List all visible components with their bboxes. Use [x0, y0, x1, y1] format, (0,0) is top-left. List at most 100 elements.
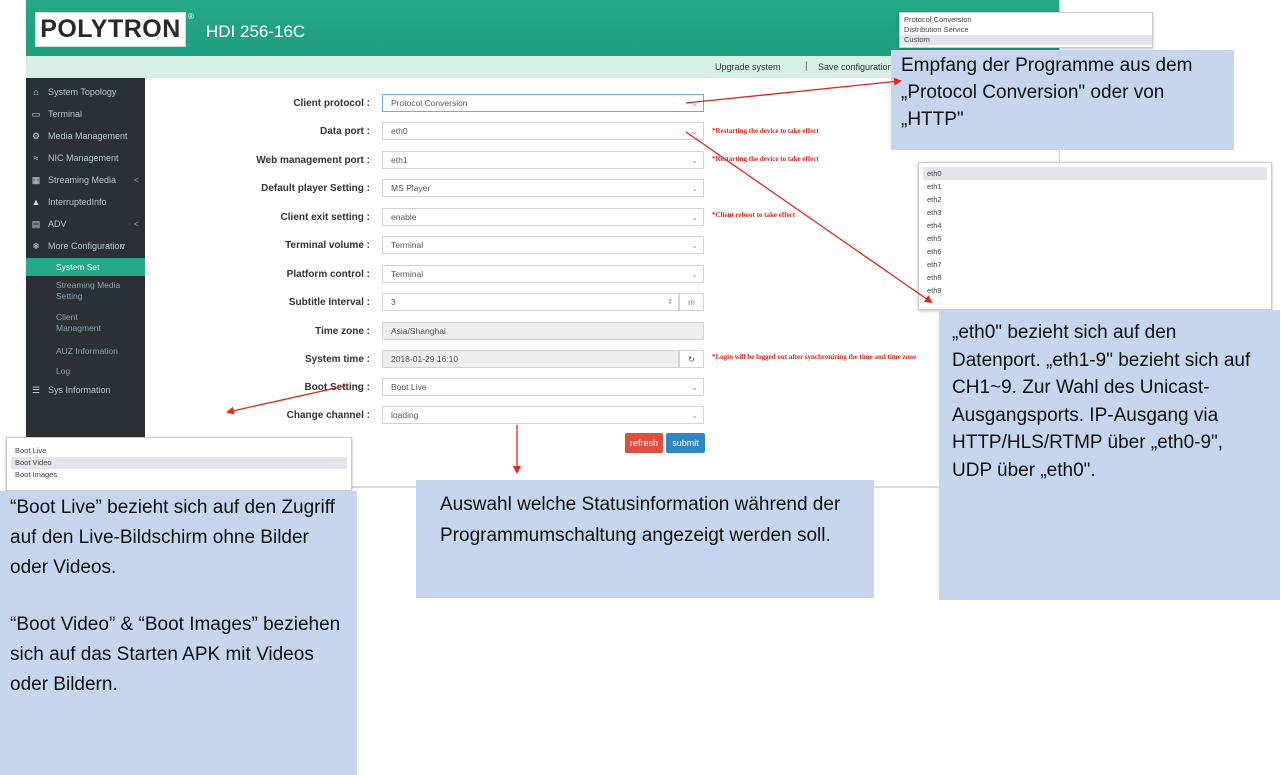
client-exit-value: enable	[391, 212, 417, 222]
sidebar-item-label: Media Management	[48, 131, 128, 141]
eth-option[interactable]: eth8	[923, 271, 1267, 284]
eth-option[interactable]: eth7	[923, 258, 1267, 271]
bell-icon: ▲	[31, 197, 41, 207]
web-port-select[interactable]: eth1 ⌄	[382, 151, 704, 169]
upgrade-system-link[interactable]: Upgrade system	[715, 62, 781, 72]
eth-option[interactable]: eth1	[923, 180, 1267, 193]
submit-button[interactable]: submit	[666, 433, 705, 453]
topbar-separator: |	[805, 61, 808, 72]
eth-option[interactable]: eth4	[923, 219, 1267, 232]
subtitle-interval-input[interactable]: 3 ⇕	[382, 293, 679, 311]
sidebar-item-sys-information[interactable]: ☰ Sys Information	[26, 380, 145, 400]
platform-control-select[interactable]: Terminal ⌄	[382, 265, 704, 283]
time-zone-field: Asia/Shanghai	[382, 322, 704, 340]
data-port-select[interactable]: eth0 ⌄	[382, 122, 704, 140]
system-time-note: *Login will be logged out after synchron…	[712, 353, 917, 361]
eth-callout: „eth0" bezieht sich auf den Datenport. „…	[939, 310, 1280, 600]
sidebar-subitem-auz-information[interactable]: AUZ Information	[26, 346, 145, 357]
system-time-value: 2018-01-29 16:10	[391, 354, 459, 364]
client-exit-select[interactable]: enable ⌄	[382, 208, 704, 226]
client-protocol-select[interactable]: Protocol Conversion ⌄	[382, 94, 704, 112]
chevron-down-icon: v	[120, 241, 126, 251]
eth-dropdown-popup: eth0 eth1 eth2 eth3 eth4 eth5 eth6 eth7 …	[918, 162, 1272, 310]
sidebar-item-label: Sys Information	[48, 385, 111, 395]
client-exit-note: *Client reboot to take effect	[712, 211, 796, 219]
eth-option[interactable]: eth3	[923, 206, 1267, 219]
sidebar-subitem-client-managment[interactable]: Client Managment	[26, 312, 116, 334]
sidebar-item-terminal[interactable]: ▭ Terminal	[26, 104, 145, 124]
data-port-value: eth0	[391, 126, 408, 136]
boot-setting-select[interactable]: Boot Live ⌄	[382, 378, 704, 396]
save-configuration-link[interactable]: Save configuration	[818, 62, 893, 72]
boot-option[interactable]: Boot Images	[11, 469, 347, 481]
sidebar-item-more-configuration[interactable]: ❄ More Configuration v	[26, 236, 145, 256]
stepper-icon[interactable]: ⇕	[667, 298, 673, 306]
boot-option[interactable]: Boot Video	[11, 457, 347, 469]
sidebar-item-adv[interactable]: ▤ ADV <	[26, 214, 145, 234]
protocol-option[interactable]: Protocol Conversion	[900, 15, 1152, 25]
registered-mark: ®	[188, 12, 194, 21]
change-channel-callout: Auswahl welche Statusinformation während…	[416, 480, 874, 598]
sidebar-item-nic-management[interactable]: ≈ NIC Management	[26, 148, 145, 168]
chevron-down-icon: ⌄	[691, 382, 698, 392]
sidebar-subitem-streaming-media-setting[interactable]: Streaming Media Setting	[26, 280, 145, 302]
boot-option[interactable]: Boot Live	[11, 445, 347, 457]
sync-time-icon[interactable]: ↻	[679, 350, 704, 368]
default-player-label: Default player Setting :	[261, 183, 370, 194]
change-channel-value: loading	[391, 410, 419, 420]
terminal-volume-value: Terminal	[391, 240, 424, 250]
time-zone-label: Time zone :	[315, 326, 370, 337]
sidebar-subitem-log[interactable]: Log	[26, 366, 145, 377]
subtitle-interval-label: Subtitle Interval :	[288, 297, 370, 308]
chevron-down-icon: ⌄	[691, 240, 698, 250]
wifi-icon: ≈	[33, 153, 39, 163]
film-icon: ▦	[31, 174, 41, 185]
boot-callout-text-live: “Boot Live” bezieht sich auf den Zugriff…	[10, 497, 335, 578]
card-icon: ▤	[31, 218, 41, 229]
platform-control-label: Platform control :	[286, 269, 370, 280]
sidebar-item-label: InterruptedInfo	[48, 197, 107, 207]
change-channel-select[interactable]: loading ⌄	[382, 406, 704, 424]
subtitle-unit: m	[679, 293, 704, 311]
logo: POLYTRON	[35, 12, 186, 47]
system-time-label: System time :	[304, 354, 370, 365]
time-zone-value: Asia/Shanghai	[391, 326, 446, 336]
default-player-select[interactable]: MS Player ⌄	[382, 179, 704, 197]
subtitle-interval-value: 3	[391, 297, 396, 307]
chevron-down-icon: ⌄	[691, 269, 698, 279]
web-port-note: *Restarting the device to take effect	[712, 155, 819, 163]
protocol-option[interactable]: Distribution Service	[900, 25, 1152, 35]
terminal-volume-label: Terminal volume :	[285, 240, 370, 251]
sidebar-item-streaming-media[interactable]: ▦ Streaming Media <	[26, 170, 145, 190]
boot-dropdown-popup: Boot Live Boot Video Boot Images	[6, 437, 352, 491]
data-port-note: *Restarting the device to take effect	[712, 127, 819, 135]
boot-setting-value: Boot Live	[391, 382, 427, 392]
platform-control-value: Terminal	[391, 269, 424, 279]
chevron-down-icon: ⌄	[691, 126, 698, 136]
refresh-button[interactable]: refresh	[625, 433, 663, 453]
eth-option[interactable]: eth5	[923, 232, 1267, 245]
eth-option[interactable]: eth2	[923, 193, 1267, 206]
eth-option[interactable]: eth9	[923, 284, 1267, 297]
boot-setting-label: Boot Setting :	[304, 382, 370, 393]
change-channel-label: Change channel :	[286, 410, 370, 421]
protocol-option[interactable]: Custom	[900, 35, 1152, 45]
data-port-label: Data port :	[320, 126, 370, 137]
sidebar-item-system-topology[interactable]: ⌂ System Topology	[26, 82, 145, 102]
chevron-down-icon: ⌄	[691, 212, 698, 222]
chevron-down-icon: ⌄	[691, 183, 698, 193]
protocol-callout-text: Empfang der Programme aus dem „Protocol …	[901, 55, 1193, 130]
eth-option[interactable]: eth6	[923, 245, 1267, 258]
eth-option[interactable]: eth0	[923, 167, 1267, 180]
sidebar-item-label: NIC Management	[48, 153, 119, 163]
sidebar-item-label: More Configuration	[48, 241, 125, 251]
client-exit-label: Client exit setting :	[280, 212, 370, 223]
sidebar-subitem-system-set[interactable]: System Set	[26, 258, 145, 276]
sidebar-item-label: Streaming Media	[48, 175, 117, 185]
chevron-down-icon: ⌄	[691, 155, 698, 165]
chevron-down-icon: ⌄	[691, 98, 698, 108]
terminal-volume-select[interactable]: Terminal ⌄	[382, 236, 704, 254]
sidebar-item-interruptedinfo[interactable]: ▲ InterruptedInfo	[26, 192, 145, 212]
sidebar-item-media-management[interactable]: ⚙ Media Management	[26, 126, 145, 146]
list-icon: ☰	[31, 384, 41, 395]
